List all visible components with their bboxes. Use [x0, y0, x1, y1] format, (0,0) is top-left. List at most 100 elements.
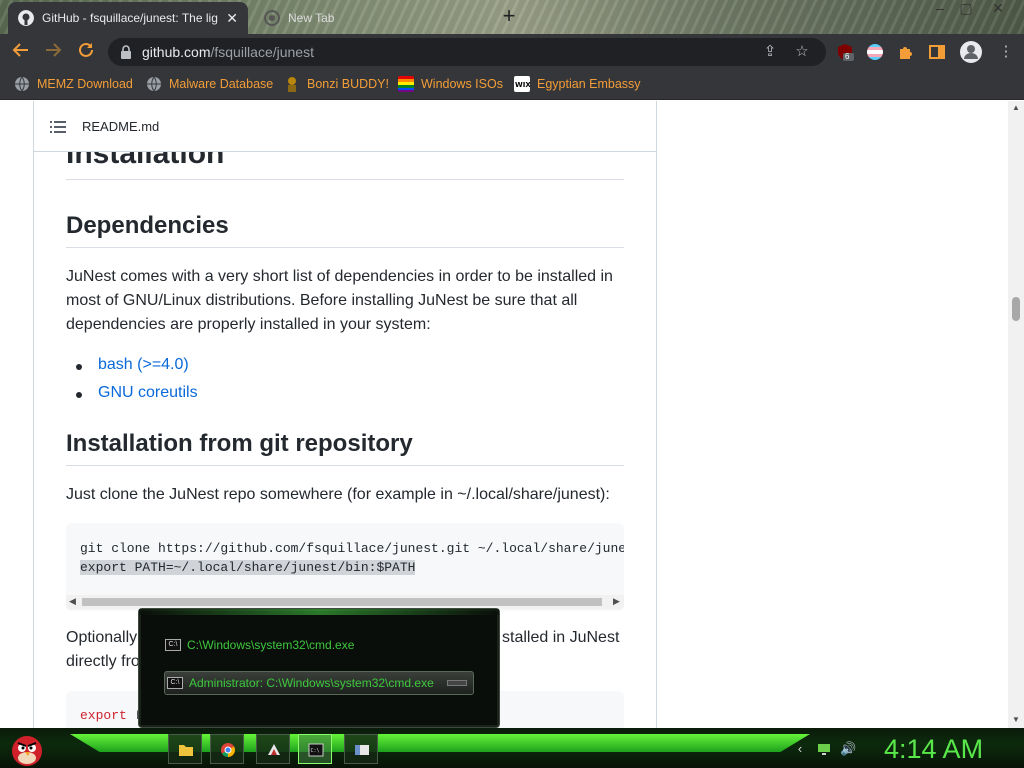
bonzi-icon	[288, 77, 296, 92]
heading-dependencies: Dependencies	[66, 212, 624, 248]
puzzle-icon	[900, 47, 912, 59]
window-item-label: C:\Windows\system32\cmd.exe	[187, 638, 355, 652]
side-panel-button[interactable]	[928, 43, 946, 61]
start-button[interactable]	[8, 731, 46, 767]
code-keyword: export	[80, 708, 127, 723]
taskbar-window[interactable]	[344, 734, 378, 764]
url-host: github.com	[142, 44, 211, 60]
browser-toolbar: github.com/fsquillace/junest ⇪ ☆ 6 ⋮	[0, 34, 1024, 70]
chrome-icon	[264, 10, 280, 26]
wix-icon: WIX	[514, 76, 530, 92]
maximize-button[interactable]: ▢	[954, 0, 978, 20]
scroll-left-icon[interactable]: ◀	[69, 596, 76, 607]
profile-button[interactable]	[960, 41, 982, 63]
clock[interactable]: 4:14 AM	[884, 734, 983, 765]
list-icon[interactable]	[50, 120, 66, 134]
code-line: git clone https://github.com/fsquillace/…	[80, 541, 624, 556]
lock-icon	[121, 45, 131, 59]
globe-icon	[15, 76, 29, 92]
readme-filename: README.md	[82, 119, 160, 134]
monitor-icon	[818, 744, 830, 755]
avatar-icon	[960, 41, 982, 63]
url-path: /fsquillace/junest	[210, 44, 314, 60]
folder-icon	[179, 745, 193, 756]
scroll-right-icon[interactable]: ▶	[613, 596, 620, 607]
flag-extension[interactable]	[866, 43, 884, 61]
optional-paragraph-right: stalled in JuNest	[502, 629, 620, 646]
bookmark-label: Windows ISOs	[421, 77, 503, 91]
scroll-down-icon[interactable]: ▼	[1012, 715, 1020, 724]
dependencies-paragraph: JuNest comes with a very short list of d…	[66, 268, 613, 333]
code-block: git clone https://github.com/fsquillace/…	[66, 523, 624, 611]
forward-button[interactable]	[42, 41, 64, 63]
bookmark-label: Bonzi BUDDY!	[307, 77, 389, 91]
git-paragraph: Just clone the JuNest repo somewhere (fo…	[66, 486, 610, 503]
extension-badge: 6	[845, 52, 850, 61]
side-panel-icon	[929, 45, 945, 59]
svg-text:WIX: WIX	[515, 81, 530, 89]
tab-github[interactable]: GitHub - fsquillace/junest: The lig ✕	[8, 2, 248, 34]
app-icon	[268, 744, 280, 755]
heading-git-install: Installation from git repository	[66, 430, 624, 466]
window-icon	[355, 745, 369, 755]
bookmark-windows-isos[interactable]: Windows ISOs	[398, 76, 503, 92]
back-button[interactable]	[10, 41, 32, 63]
chrome-icon	[221, 743, 235, 757]
window-item-label: Administrator: C:\Windows\system32\cmd.e…	[189, 676, 434, 690]
bookmark-label: Egyptian Embassy	[537, 77, 641, 91]
taskbar-app[interactable]	[256, 734, 290, 764]
scrollbar-thumb[interactable]	[1012, 297, 1020, 321]
bookmark-label: Malware Database	[169, 77, 274, 91]
minimize-button[interactable]: –	[928, 0, 952, 20]
window-close-icon[interactable]	[447, 680, 467, 686]
bookmark-bonzi[interactable]: Bonzi BUDDY!	[284, 76, 389, 92]
bookmark-memz[interactable]: MEMZ Download	[14, 76, 133, 92]
github-icon	[18, 10, 34, 26]
window-item-cmd[interactable]: C:\ C:\Windows\system32\cmd.exe	[165, 633, 354, 657]
arrow-left-icon	[12, 43, 28, 57]
menu-icon[interactable]: ⋮	[996, 42, 1016, 62]
new-tab-button[interactable]: +	[498, 5, 520, 27]
trans-flag-icon	[867, 44, 883, 60]
tab-new-tab[interactable]: New Tab	[254, 2, 484, 34]
taskbar-file-explorer[interactable]	[168, 734, 202, 764]
scroll-up-icon[interactable]: ▲	[1012, 103, 1020, 112]
tray-chevron-icon[interactable]: ‹	[792, 741, 808, 757]
readme-header: README.md	[34, 101, 656, 152]
cmd-icon: C:\	[167, 677, 183, 689]
bookmark-label: MEMZ Download	[37, 77, 133, 91]
arrow-right-icon	[46, 43, 62, 57]
tab-title: GitHub - fsquillace/junest: The lig	[42, 11, 218, 25]
close-window-button[interactable]: ✕	[986, 0, 1010, 20]
address-bar[interactable]: github.com/fsquillace/junest	[108, 38, 826, 66]
tab-close-icon[interactable]: ✕	[226, 10, 238, 27]
extensions-button[interactable]	[897, 43, 915, 61]
volume-icon[interactable]: 🔊	[840, 741, 856, 757]
share-icon[interactable]: ⇪	[760, 42, 780, 62]
bookmark-malware-db[interactable]: Malware Database	[146, 76, 273, 92]
cmd-icon: C:\	[308, 743, 324, 757]
globe-icon	[147, 76, 161, 92]
dep-link-coreutils[interactable]: GNU coreutils	[76, 384, 198, 402]
network-icon[interactable]	[816, 741, 832, 757]
bookmarks-bar: MEMZ Download Malware Database Bonzi BUD…	[0, 70, 1024, 100]
windows-flag-icon	[398, 76, 414, 92]
window-item-admin-cmd[interactable]: C:\ Administrator: C:\Windows\system32\c…	[164, 671, 474, 695]
code-line-selected: export PATH=~/.local/share/junest/bin:$P…	[80, 560, 416, 575]
taskbar-cmd[interactable]: C:\	[298, 734, 332, 764]
bookmark-egyptian-embassy[interactable]: WIX Egyptian Embassy	[514, 76, 641, 92]
code-horizontal-scrollbar[interactable]: ◀ ▶	[66, 595, 624, 609]
taskbar-window-list: C:\ C:\Windows\system32\cmd.exe C:\ Admi…	[138, 608, 500, 728]
taskbar-chrome[interactable]	[210, 734, 244, 764]
cmd-icon: C:\	[165, 639, 181, 651]
dep-link-bash[interactable]: bash (>=4.0)	[76, 356, 189, 374]
reload-button[interactable]	[75, 41, 97, 63]
reload-icon	[79, 42, 93, 57]
page-vertical-scrollbar[interactable]: ▲ ▼	[1008, 101, 1024, 728]
scrollbar-thumb[interactable]	[82, 598, 602, 606]
svg-text:C:\: C:\	[311, 748, 320, 754]
star-icon[interactable]: ☆	[792, 42, 812, 62]
ublock-extension[interactable]: 6	[836, 43, 854, 61]
taskbar	[0, 728, 1024, 768]
angry-bird-icon	[12, 736, 42, 766]
